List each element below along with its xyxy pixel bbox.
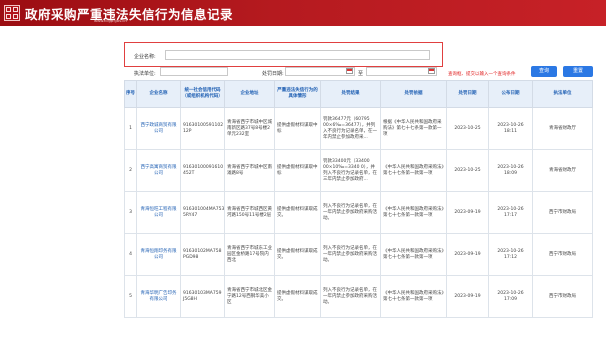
col-situation: 严重违法失信行为的具体情形 — [274, 80, 321, 108]
address: 青海省西宁市城中区城南新区路37号8号楼2单元232室 — [224, 107, 275, 150]
basis: 《中华人民共和国政府采购法》第七十七条第一款第一项 — [380, 275, 447, 318]
col-address: 企业地址 — [224, 80, 275, 108]
authority: 青海省财政厅 — [532, 149, 593, 192]
query-button[interactable]: 查询 — [531, 66, 557, 77]
penalty-date: 2023-10-25 — [446, 149, 489, 192]
table-row: 2 西宁高寓商贸有限公司 91630100091610 452T 青海省西宁市城… — [124, 149, 593, 192]
penalty-date-label: 处罚日期: — [262, 71, 284, 77]
table-row: 3 青海恒旺工程有限公司 916301004MA753 5RY47 青海省西宁市… — [124, 191, 593, 234]
penalty-date: 2023-10-25 — [446, 107, 489, 150]
row-index: 3 — [124, 191, 137, 234]
search-hint: 查询框、提交以输入一个查询条件 — [448, 72, 516, 77]
company-name-label: 企业名称: — [134, 54, 156, 60]
table-header-row: 序号 企业名称 统一社会信用代码（或组织机构代码） 企业地址 严重违法失信行为的… — [124, 80, 593, 108]
col-publish-date: 公布日期 — [488, 80, 533, 108]
row-index: 5 — [124, 275, 137, 318]
credit-code: 91630100591102 12P — [180, 107, 225, 150]
page-title: 政府采购严重违法失信行为信息记录 — [25, 7, 234, 22]
publish-date: 2023-10-26 17:09 — [488, 275, 533, 318]
company-link[interactable]: 青海华明广告印务有限公司 — [136, 275, 181, 318]
situation: 提供虚假材料谋取成交。 — [274, 191, 321, 234]
address: 青海省西宁市城西区黄河路150号11号楼2层 — [224, 191, 275, 234]
situation: 提供虚假材料谋取中标 — [274, 149, 321, 192]
table-row: 5 青海华明广告印务有限公司 91630103MA759 J5G8H 青海省西宁… — [124, 275, 593, 318]
header-banner: 政府采购严重违法失信行为信息记录 www.ccgp.gov.cn — [0, 0, 606, 26]
result: 列入不良行为记录名单，在一年内禁止参加政府采购活动。 — [320, 275, 381, 318]
col-penalty-date: 处罚日期 — [446, 80, 489, 108]
authority-label: 执法单位: — [134, 71, 156, 77]
credit-code: 91630103MA759 J5G8H — [180, 275, 225, 318]
address: 青海省西宁市城北区金宁路12号西钢华美小区 — [224, 275, 275, 318]
date-from-input[interactable] — [285, 67, 355, 76]
site-url: www.ccgp.gov.cn — [94, 18, 127, 23]
date-separator: 至 — [358, 71, 364, 77]
col-result: 处罚结果 — [320, 80, 381, 108]
logo-icon — [4, 5, 20, 21]
result: 列入不良行为记录名单，在一年内禁止参加政府采购活动。 — [320, 233, 381, 276]
penalty-date: 2023-09-19 — [446, 275, 489, 318]
col-authority: 执法单位 — [532, 80, 593, 108]
authority: 西宁市财政局 — [532, 191, 593, 234]
authority-input[interactable] — [160, 67, 228, 76]
situation: 提供虚假材料谋取中标 — [274, 107, 321, 150]
authority: 西宁市财政局 — [532, 275, 593, 318]
violations-table: 序号 企业名称 统一社会信用代码（或组织机构代码） 企业地址 严重违法失信行为的… — [124, 80, 593, 318]
credit-code: 91630100091610 452T — [180, 149, 225, 192]
date-to-input[interactable] — [366, 67, 437, 76]
reset-button[interactable]: 重置 — [563, 66, 593, 77]
company-link[interactable]: 西宁政诚商贸有限公司 — [136, 107, 181, 150]
situation: 提供虚假材料谋取成交。 — [274, 275, 321, 318]
company-name-input[interactable] — [165, 50, 430, 60]
row-index: 2 — [124, 149, 137, 192]
basis: 根据《中华人民共和国政府采购法》第七十七条第一款第一项 — [380, 107, 447, 150]
result: 罚款33400元（33400 00×10‰=3340 0），并列入不良行为记录名… — [320, 149, 381, 192]
col-basis: 处罚依据 — [380, 80, 447, 108]
company-link[interactable]: 青海恒翔印务有限公司 — [136, 233, 181, 276]
col-company: 企业名称 — [136, 80, 181, 108]
publish-date: 2023-10-26 18:09 — [488, 149, 533, 192]
basis: 《中华人民共和国政府采购法》第七十七条第一款第一项 — [380, 233, 447, 276]
situation: 提供虚假材料谋取成交。 — [274, 233, 321, 276]
address: 青海省西宁市城中区南滩路8号 — [224, 149, 275, 192]
authority: 青海省财政厅 — [532, 107, 593, 150]
result: 列入不良行为记录名单，在一年内禁止参加政府采购活动。 — [320, 191, 381, 234]
table-row: 1 西宁政诚商贸有限公司 91630100591102 12P 青海省西宁市城中… — [124, 107, 593, 150]
col-index: 序号 — [124, 80, 137, 108]
penalty-date: 2023-09-19 — [446, 233, 489, 276]
authority: 西宁市财政局 — [532, 233, 593, 276]
credit-code: 916301004MA753 5RY47 — [180, 191, 225, 234]
result: 罚款36477元（60795 00×6‰=36477），并列入不良行为记录名单，… — [320, 107, 381, 150]
basis: 《中华人民共和国政府采购法》第七十七条第一款第一项 — [380, 149, 447, 192]
penalty-date: 2023-09-19 — [446, 191, 489, 234]
publish-date: 2023-10-26 18:11 — [488, 107, 533, 150]
address: 青海省西宁市城东工业园区金桥路17号院内西北 — [224, 233, 275, 276]
company-link[interactable]: 西宁高寓商贸有限公司 — [136, 149, 181, 192]
publish-date: 2023-10-26 17:17 — [488, 191, 533, 234]
credit-code: 91630102MA758 PGD98 — [180, 233, 225, 276]
company-link[interactable]: 青海恒旺工程有限公司 — [136, 191, 181, 234]
row-index: 1 — [124, 107, 137, 150]
calendar-icon[interactable] — [346, 68, 353, 74]
calendar-icon[interactable] — [428, 68, 435, 74]
row-index: 4 — [124, 233, 137, 276]
basis: 《中华人民共和国政府采购法》第七十七条第一款第一项 — [380, 191, 447, 234]
publish-date: 2023-10-26 17:12 — [488, 233, 533, 276]
table-row: 4 青海恒翔印务有限公司 91630102MA758 PGD98 青海省西宁市城… — [124, 233, 593, 276]
col-credit-code: 统一社会信用代码（或组织机构代码） — [180, 80, 225, 108]
